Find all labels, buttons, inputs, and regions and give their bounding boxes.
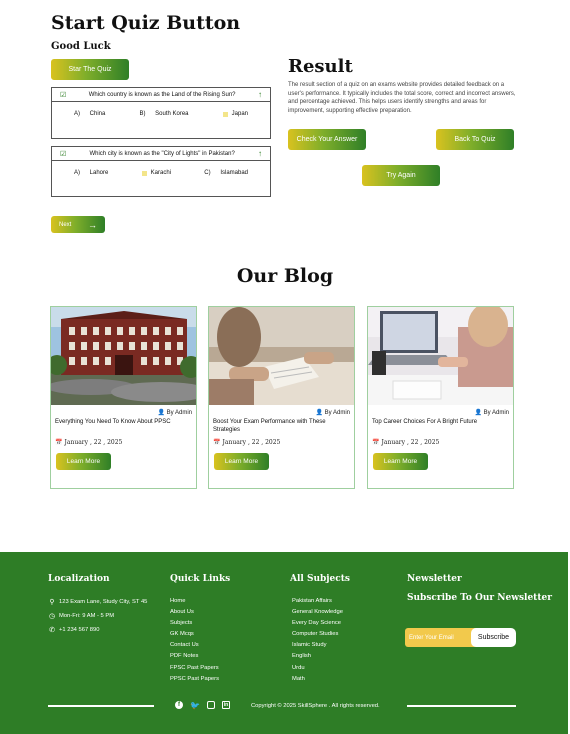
social-links: f 🐦 in [175, 701, 230, 710]
footer-link-pdf-notes[interactable]: PDF Notes [170, 651, 219, 662]
try-again-button[interactable]: Try Again [362, 165, 440, 186]
selected-marker [141, 170, 147, 176]
footer-link-contact[interactable]: Contact Us [170, 640, 219, 651]
footer-link-subjects[interactable]: Subjects [170, 618, 219, 629]
answer-option[interactable]: C) Islamabad [204, 170, 248, 176]
footer-link-about[interactable]: About Us [170, 607, 219, 618]
result-title: Result [288, 56, 353, 77]
result-description: The result section of a quiz on an exams… [288, 82, 516, 114]
arrow-up-icon[interactable]: ↑ [258, 149, 262, 158]
user-icon: 👤 [474, 410, 482, 416]
blog-card: 👤 By Admin Everything You Need To Know A… [50, 306, 197, 489]
answer-option[interactable]: A) Lahore [74, 170, 108, 176]
blog-image-building [51, 307, 196, 405]
answer-option-selected[interactable]: Karachi [141, 170, 171, 176]
next-label: Next [59, 221, 72, 228]
address-item: ⚲ 123 Exam Lane, Study City, ST 45 [48, 596, 147, 610]
calendar-icon: 📅 [372, 440, 380, 446]
facebook-icon[interactable]: f [175, 701, 183, 709]
subject-link[interactable]: Pakistan Affairs [292, 596, 343, 607]
blog-card: 👤 By Admin Boost Your Exam Performance w… [208, 306, 355, 489]
quiz-title: Start Quiz Button [51, 12, 241, 34]
arrow-right-icon: → [88, 219, 97, 230]
calendar-icon: 📅 [55, 440, 63, 446]
subject-link[interactable]: Urdu [292, 663, 343, 674]
selected-marker [222, 111, 228, 117]
clock-icon: ◷ [48, 613, 56, 621]
blog-card-title[interactable]: Everything You Need To Know About PPSC [51, 416, 196, 436]
footer-divider [48, 705, 154, 707]
question-card: ☑ Which country is known as the Land of … [51, 87, 271, 139]
subscribe-button[interactable]: Subscribe [471, 628, 516, 647]
subject-link[interactable]: Every Day Science [292, 618, 343, 629]
blog-image-laptop [368, 307, 513, 405]
calendar-icon: 📅 [213, 440, 221, 446]
blog-date: 📅 January , 22 , 2025 [55, 439, 123, 446]
subjects-list: Pakistan Affairs General Knowledge Every… [292, 596, 343, 685]
blog-title: Our Blog [236, 265, 334, 287]
subject-link[interactable]: Islamic Study [292, 640, 343, 651]
twitter-icon[interactable]: 🐦 [190, 701, 200, 710]
blog-date: 📅 January , 22 , 2025 [213, 439, 281, 446]
learn-more-button[interactable]: Learn More [56, 453, 111, 470]
linkedin-icon[interactable]: in [221, 701, 230, 709]
phone-item[interactable]: ✆ +1 234 567 890 [48, 624, 147, 638]
quick-links-list: Home About Us Subjects GK Mcqs Contact U… [170, 596, 219, 685]
blog-date: 📅 January , 22 , 2025 [372, 439, 440, 446]
phone-icon: ✆ [49, 627, 55, 635]
footer-link-fpsc[interactable]: FPSC Past Papers [170, 663, 219, 674]
subject-link[interactable]: English [292, 651, 343, 662]
start-quiz-button[interactable]: Star The Quiz [51, 59, 129, 80]
footer-divider [407, 705, 516, 707]
answer-option[interactable]: B) South Korea [139, 111, 188, 117]
subject-link[interactable]: Computer Studies [292, 629, 343, 640]
author-label: 👤 By Admin [474, 410, 509, 416]
copyright-text: Copyright © 2025 SkillSphere . All right… [251, 703, 380, 709]
blog-card-title[interactable]: Top Career Choices For A Bright Future [368, 416, 513, 436]
subjects-heading: All Subjects [290, 574, 350, 584]
blog-image-reading [209, 307, 354, 405]
check-answer-button[interactable]: Check Your Answer [288, 129, 366, 150]
author-label: 👤 By Admin [315, 410, 350, 416]
answer-option-selected[interactable]: Japan [222, 111, 248, 117]
user-icon: 👤 [315, 410, 323, 416]
question-text: Which country is known as the Land of th… [88, 91, 236, 98]
footer-link-ppsc[interactable]: PPSC Past Papers [170, 674, 219, 685]
footer: Localization ⚲ 123 Exam Lane, Study City,… [0, 552, 568, 734]
newsletter-heading: Newsletter [407, 574, 462, 584]
arrow-up-icon[interactable]: ↑ [258, 90, 262, 99]
localization-heading: Localization [48, 574, 110, 584]
footer-link-home[interactable]: Home [170, 596, 219, 607]
question-card: ☑ Which city is known as the "City of Li… [51, 146, 271, 197]
footer-link-gk-mcqs[interactable]: GK Mcqs [170, 629, 219, 640]
quick-links-heading: Quick Links [170, 574, 231, 584]
blog-card-title[interactable]: Boost Your Exam Performance with These S… [209, 416, 354, 436]
next-button[interactable]: Next → [51, 216, 105, 233]
quiz-subtitle: Good Luck [51, 41, 111, 52]
subject-link[interactable]: General Knowledge [292, 607, 343, 618]
contact-list: ⚲ 123 Exam Lane, Study City, ST 45 ◷ Mon-F… [48, 596, 147, 638]
back-to-quiz-button[interactable]: Back To Quiz [436, 129, 514, 150]
map-pin-icon: ⚲ [49, 599, 55, 607]
subject-link[interactable]: Math [292, 674, 343, 685]
answer-option[interactable]: A) China [74, 111, 105, 117]
question-text: Which city is known as the "City of Ligh… [89, 150, 235, 157]
hours-item: ◷ Mon-Fri: 9 AM - 5 PM [48, 610, 147, 624]
user-icon: 👤 [157, 410, 165, 416]
learn-more-button[interactable]: Learn More [214, 453, 269, 470]
instagram-icon[interactable] [206, 701, 215, 709]
learn-more-button[interactable]: Learn More [373, 453, 428, 470]
newsletter-subtitle: Subscribe To Our Newsletter [407, 593, 552, 603]
blog-card: 👤 By Admin Top Career Choices For A Brig… [367, 306, 514, 489]
author-label: 👤 By Admin [157, 410, 192, 416]
